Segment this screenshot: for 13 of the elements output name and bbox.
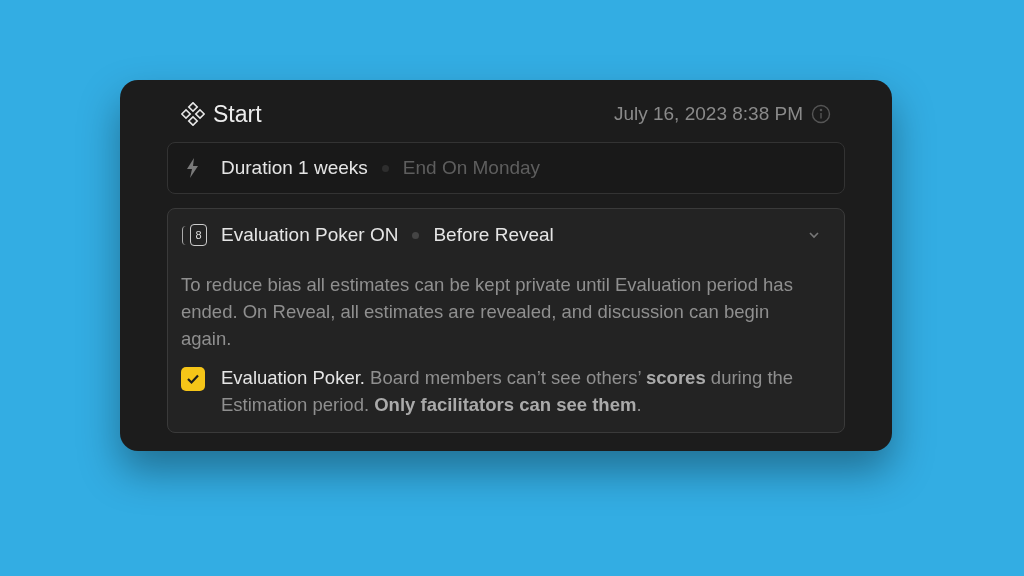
checkbox[interactable] — [181, 367, 205, 391]
checkmark-icon — [186, 373, 200, 385]
lightning-icon — [185, 157, 201, 179]
timestamp: July 16, 2023 8:38 PM — [613, 101, 803, 126]
info-icon[interactable] — [811, 104, 831, 124]
poker-title: Evaluation Poker ON — [221, 222, 399, 247]
duration-label: Duration 1 weeks — [221, 155, 368, 180]
poker-status: Before Reveal — [433, 222, 554, 247]
end-day: End On Monday — [402, 153, 541, 183]
section-title: Start — [213, 99, 262, 129]
poker-description: To reduce bias all estimates can be kept private until Evaluation period has ended. On Reveal, all estimates are revealed, and discussion can begin again. — [181, 273, 794, 351]
diamonds-icon — [181, 102, 205, 126]
option-description: Evaluation Poker. Board members can’t see others’ scores during the Estimation period. Only facilitators can see them. — [221, 366, 795, 417]
